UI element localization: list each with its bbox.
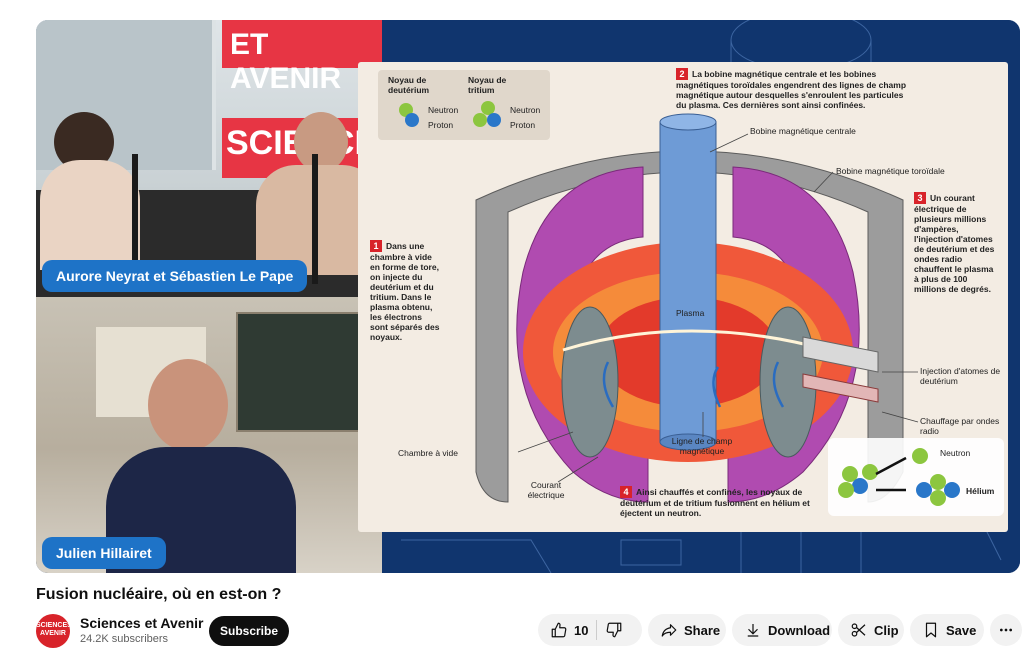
label-chauffage: Chauffage par ondes radio: [920, 416, 1000, 436]
tokamak-diagram: Noyau de deutérium Noyau de tritium Neut…: [358, 62, 1008, 532]
thumbs-down-icon[interactable]: [605, 621, 623, 639]
share-icon: [661, 624, 677, 637]
label-helium: Hélium: [966, 486, 995, 496]
step-1-text: 1 Dans une chambre à vide en forme de tor…: [370, 240, 440, 342]
camera-feed-top: ET AVENIR SCIENCES Aurore Neyrat et Séba…: [36, 20, 382, 297]
legend-particles: [399, 101, 501, 127]
clip-button[interactable]: Clip: [838, 614, 904, 646]
label-chambre: Chambre à vide: [398, 448, 459, 458]
camera-feed-bottom: Julien Hillairet: [36, 297, 382, 573]
scissors-icon: [851, 623, 866, 637]
share-button[interactable]: Share: [648, 614, 726, 646]
speaker-nameplate-top: Aurore Neyrat et Sébastien Le Pape: [42, 260, 308, 292]
like-button[interactable]: 10: [550, 621, 588, 639]
microphone-stand-2: [312, 154, 318, 284]
person-julien-head: [148, 359, 228, 451]
person-woman-body: [40, 160, 140, 270]
channel-name[interactable]: Sciences et Avenir: [80, 615, 203, 631]
step-3-text: 3 Un courant électrique de plusieurs mill…: [914, 192, 995, 294]
subscribe-button[interactable]: Subscribe: [209, 616, 289, 646]
label-bobine-toroidale: Bobine magnétique toroïdale: [836, 166, 945, 176]
tokamak-illustration: [399, 101, 1004, 516]
like-dislike-group: 10: [538, 614, 642, 646]
bookmark-icon: [925, 622, 937, 638]
video-player[interactable]: ET AVENIR SCIENCES Aurore Neyrat et Séba…: [36, 20, 1020, 573]
step-2-text: 2 La bobine magnétique centrale et les bo…: [676, 68, 907, 110]
label-courant: Courant électrique: [527, 480, 565, 500]
subscriber-count: 24.2K subscribers: [80, 633, 169, 645]
thumbs-up-icon: [551, 622, 567, 638]
step-4-text: 4 Ainsi chauffés et confinés, les noyaux …: [620, 486, 810, 518]
like-divider: [596, 620, 598, 640]
label-neutron-out: Neutron: [940, 448, 971, 458]
person-man-head: [294, 112, 348, 172]
download-icon: [747, 624, 759, 637]
speaker-nameplate-bottom: Julien Hillairet: [42, 537, 166, 569]
banner-top: ET AVENIR: [222, 20, 382, 95]
label-bobine-centrale: Bobine magnétique centrale: [750, 126, 856, 136]
save-button[interactable]: Save: [910, 614, 984, 646]
label-plasma: Plasma: [676, 308, 705, 318]
like-count: 10: [574, 622, 589, 638]
more-horizontal-icon: [1000, 628, 1012, 632]
more-actions-button[interactable]: [990, 614, 1022, 646]
download-button[interactable]: Download: [732, 614, 832, 646]
label-injection: Injection d'atomes de deutérium: [920, 366, 1001, 386]
channel-avatar[interactable]: SCIENCES AVENIR: [36, 614, 70, 648]
video-title: Fusion nucléaire, où en est-on ?: [36, 586, 282, 603]
label-ligne-champ: Ligne de champ magnétique: [671, 436, 733, 456]
